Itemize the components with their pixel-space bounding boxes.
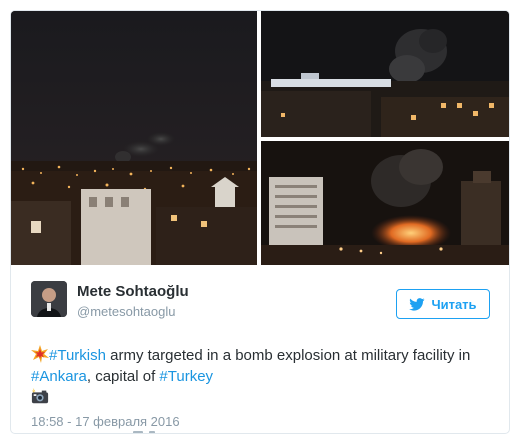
tweet-text-segment: , capital of [86, 368, 160, 385]
author-name[interactable]: Mete Sohtaoğlu [77, 283, 189, 300]
author-handle[interactable]: @metesohtaoglu [77, 304, 175, 319]
photo-fire-at-street[interactable] [261, 141, 509, 265]
media-mosaic [11, 11, 509, 265]
hashtag-turkish[interactable]: #Turkish [49, 347, 106, 364]
hashtag-ankara[interactable]: #Ankara [31, 368, 87, 385]
camera-with-flash-emoji [31, 387, 49, 404]
photo-smoke-over-buildings[interactable] [261, 11, 509, 137]
camera-line [31, 387, 501, 407]
tweet-text: #Turkish army targeted in a bomb explosi… [31, 345, 501, 407]
tweet-text-segment: army targeted in a bomb explosion at mil… [105, 347, 471, 364]
follow-button-label: Читать [431, 296, 477, 312]
follow-button[interactable]: Читать [396, 289, 490, 319]
twitter-bird-icon [409, 297, 425, 311]
tweet-card: Mete Sohtaoğlu @metesohtaoglu Читать #Tu… [10, 10, 510, 434]
photo-night-city-smoke[interactable] [11, 11, 257, 265]
avatar[interactable] [31, 281, 67, 317]
tweet-timestamp[interactable]: 18:58 - 17 февраля 2016 [31, 414, 180, 429]
tweet-body: Mete Sohtaoğlu @metesohtaoglu Читать #Tu… [11, 265, 509, 433]
collision-emoji [31, 345, 49, 363]
hashtag-turkey[interactable]: #Turkey [159, 368, 213, 385]
